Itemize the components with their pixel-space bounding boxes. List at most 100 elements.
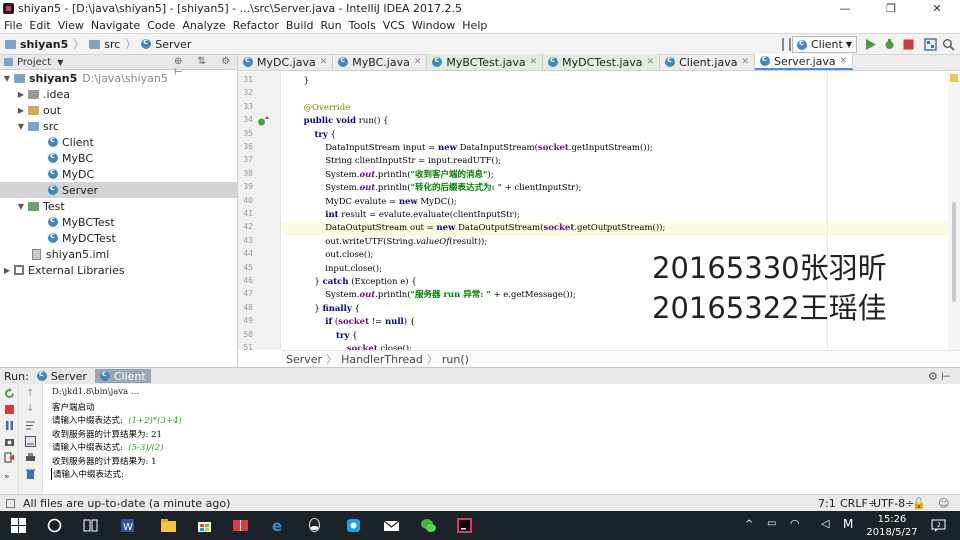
menu-code[interactable]: Code <box>144 19 179 32</box>
reader-icon[interactable] <box>232 517 249 534</box>
down-arrow-icon[interactable]: ↓ <box>26 403 37 414</box>
file-explorer-icon[interactable] <box>160 517 177 534</box>
close-tab-icon[interactable]: ✕ <box>320 57 328 67</box>
word-icon[interactable]: W <box>119 517 136 534</box>
store-icon[interactable] <box>196 517 213 534</box>
soft-wrap-icon[interactable] <box>25 420 36 431</box>
tree-item-test[interactable]: ▼ Test <box>0 198 237 214</box>
run-settings-icon[interactable]: ⚙ ⊢ <box>928 370 951 383</box>
run-config-select[interactable]: Client▼ <box>791 36 857 53</box>
debug-icon[interactable] <box>883 38 896 51</box>
tree-item-mydctest[interactable]: MyDCTest <box>0 230 237 246</box>
intellij-taskbar-icon[interactable] <box>456 517 473 534</box>
wifi-icon[interactable]: ◠ <box>790 517 800 530</box>
status-icon[interactable] <box>6 498 15 508</box>
tree-item-mybctest[interactable]: MyBCTest <box>0 214 237 230</box>
menu-analyze[interactable]: Analyze <box>179 19 229 32</box>
menu-build[interactable]: Build <box>282 19 317 32</box>
search-icon[interactable] <box>942 38 955 51</box>
menu-view[interactable]: View <box>54 19 87 32</box>
tree-item-server[interactable]: Server <box>0 182 237 198</box>
override-marker-icon[interactable] <box>257 116 270 127</box>
minimize-button[interactable]: — <box>822 0 868 17</box>
tab-mybctest[interactable]: MyBCTest.java ✕ <box>427 54 544 70</box>
close-tab-icon[interactable]: ✕ <box>530 57 538 67</box>
tree-item-libraries[interactable]: ▶ External Libraries <box>0 262 237 278</box>
scroll-to-end-icon[interactable] <box>25 436 36 447</box>
project-structure-icon[interactable] <box>924 38 937 51</box>
menu-help[interactable]: Help <box>459 19 491 32</box>
file-encoding[interactable]: UTF-8÷ <box>873 497 914 510</box>
scroll-thumb[interactable] <box>952 202 956 302</box>
usb-icon[interactable]: ▭ <box>767 518 776 529</box>
breadcrumb-handlerthread[interactable]: HandlerThread <box>341 353 423 366</box>
app-blue-icon[interactable] <box>345 517 362 534</box>
tree-item-client[interactable]: Client <box>0 134 237 150</box>
tree-item-iml[interactable]: shiyan5.iml <box>0 246 237 262</box>
clock[interactable]: 15:26 2018/5/27 <box>862 513 922 539</box>
wechat-icon[interactable] <box>420 517 437 534</box>
breadcrumb-server[interactable]: Server <box>286 353 322 366</box>
show-hidden-icons[interactable]: ^ <box>745 519 753 530</box>
menu-navigate[interactable]: Navigate <box>87 19 143 32</box>
print-icon[interactable] <box>25 452 36 463</box>
pause-icon[interactable] <box>4 420 15 431</box>
tree-item-mydc[interactable]: MyDC <box>0 166 237 182</box>
edge-icon[interactable]: e <box>270 517 287 534</box>
menu-vcs[interactable]: VCS <box>379 19 408 32</box>
tab-mydc[interactable]: MyDC.java ✕ <box>238 54 334 70</box>
nav-folder[interactable]: src 〉 <box>89 36 136 52</box>
tab-server[interactable]: Server.java ✕ <box>755 54 854 70</box>
close-tab-icon[interactable]: ✕ <box>840 56 848 66</box>
editor-scrollbar[interactable] <box>948 72 960 350</box>
up-arrow-icon[interactable]: ↑ <box>26 388 37 399</box>
close-tab-icon[interactable]: ✕ <box>414 57 422 67</box>
close-tab-icon[interactable]: ✕ <box>741 57 749 67</box>
menu-edit[interactable]: Edit <box>26 19 54 32</box>
run-tab-client[interactable]: Client <box>94 369 151 383</box>
close-button[interactable]: ✕ <box>914 0 960 17</box>
tree-item-idea[interactable]: ▶ .idea <box>0 86 237 102</box>
tab-mybc[interactable]: MyBC.java ✕ <box>333 54 428 70</box>
menu-refactor[interactable]: Refactor <box>229 19 282 32</box>
tree-item-mybc[interactable]: MyBC <box>0 150 237 166</box>
windows-start-icon[interactable] <box>10 517 27 534</box>
volume-icon[interactable]: ◁ <box>821 517 829 530</box>
sync-icon[interactable] <box>782 38 791 51</box>
tree-item-src[interactable]: ▼ src <box>0 118 237 134</box>
run-icon[interactable] <box>864 38 877 51</box>
ime-indicator[interactable]: M <box>843 517 853 531</box>
qq-icon[interactable] <box>306 517 323 534</box>
tab-mydctest[interactable]: MyDCTest.java ✕ <box>543 54 661 70</box>
menu-file[interactable]: File <box>0 19 26 32</box>
tree-item-out[interactable]: ▶ out <box>0 102 237 118</box>
hector-icon[interactable]: ☺ <box>938 497 949 510</box>
tree-item-root[interactable]: ▼ shiyan5 D:\java\shiyan5 <box>0 70 237 86</box>
run-tab-server[interactable]: Server <box>32 369 92 383</box>
line-separator[interactable]: CRLF÷ <box>840 497 877 510</box>
lock-icon[interactable]: 🔓 <box>912 497 926 510</box>
caret-position[interactable]: 7:1 <box>818 497 836 510</box>
trash-icon[interactable] <box>25 468 36 479</box>
mail-icon[interactable] <box>383 517 400 534</box>
nav-file[interactable]: Server <box>141 37 191 51</box>
nav-project[interactable]: shiyan5 〉 <box>5 36 84 52</box>
project-panel-title[interactable]: Project <box>17 57 51 68</box>
camera-icon[interactable] <box>4 436 15 447</box>
close-tab-icon[interactable]: ✕ <box>647 57 655 67</box>
rerun-icon[interactable] <box>4 388 15 399</box>
menu-window[interactable]: Window <box>408 19 458 32</box>
stop-icon[interactable] <box>902 38 915 51</box>
task-view-icon[interactable] <box>82 517 99 534</box>
expand-icon[interactable]: » <box>4 472 15 483</box>
cortana-icon[interactable] <box>46 517 63 534</box>
menu-tools[interactable]: Tools <box>345 19 379 32</box>
menu-run[interactable]: Run <box>317 19 345 32</box>
tab-client[interactable]: Client.java✕ <box>660 54 756 70</box>
maximize-button[interactable]: ❐ <box>868 0 914 17</box>
stop-icon[interactable] <box>4 404 15 415</box>
breadcrumb-run[interactable]: run() <box>442 353 469 366</box>
notification-icon[interactable]: 2 <box>930 517 947 534</box>
exit-icon[interactable] <box>4 452 15 463</box>
console-output[interactable]: D:\jkd1.8\bin\java ... 客户端启动 请输入中缀表达式: (… <box>44 384 960 494</box>
